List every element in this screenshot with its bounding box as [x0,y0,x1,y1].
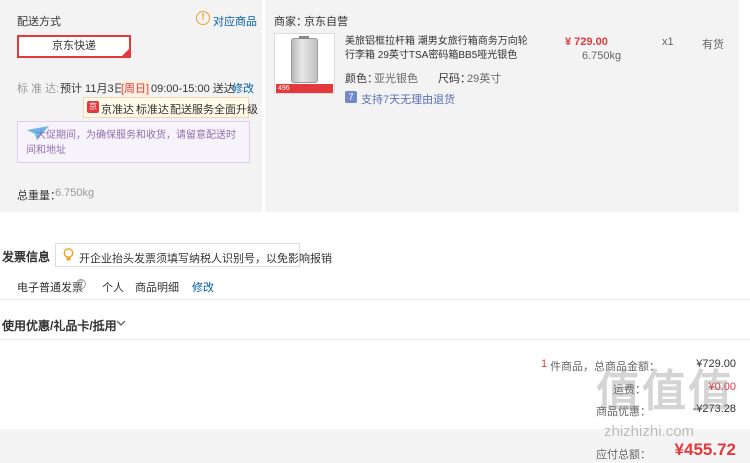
coupon-toggle[interactable]: 使用优惠/礼品卡/抵用 [2,317,117,334]
upgrade-3: 配送服务全面升级 [170,104,258,116]
divider [0,339,750,340]
selected-corner-icon [121,48,130,57]
invoice-content: 商品明细 [135,282,179,294]
payable-label: 应付总额： [596,449,651,461]
date-label: 标 准 达: [17,83,60,95]
notice-text: 大促期间，为确保服务和收货，请留意配送时间和地址 [26,130,236,156]
suitcase-handle-icon [299,36,309,39]
info-icon[interactable]: ? [76,279,86,289]
suitcase-icon [291,38,318,83]
shipping-title: 配送方式 [17,16,61,28]
payable-value: ¥455.72 [674,440,736,459]
date-time: 09:00-15:00 送达 [151,83,235,95]
upgrade-1: 京准达 [101,104,134,116]
date-weekday: [周日] [121,80,150,96]
size-value: 29英寸 [467,73,502,85]
chevron-down-icon[interactable] [116,319,126,327]
product-qty: x1 [662,36,674,48]
image-tag: 496 [276,84,333,93]
return-policy: 支持7天无理由退货 [361,94,456,106]
product-title-link[interactable]: 美旅铝框拉杆箱 潮男女旅行箱商务万向轮行李箱 29英寸TSA密码箱BB5哑光银色 [345,35,533,63]
invoice-modify-link[interactable]: 修改 [192,279,214,295]
date-modify-link[interactable]: 修改 [232,80,254,96]
divider [0,299,750,300]
date-prefix: 预计 11月3日 [60,83,125,95]
help-link[interactable]: 对应商品 [213,13,257,29]
invoice-type: 电子普通发票 [17,282,83,294]
summary-count: 1 [541,358,548,370]
help-icon: ! [196,11,210,25]
product-panel [265,0,739,212]
invoice-tip: 开企业抬头发票须填写纳税人识别号，以免影响报销 [79,253,332,265]
product-stock: 有货 [702,39,724,51]
jd-badge-icon: 京 [87,101,99,113]
product-price: ¥ 729.00 [565,36,608,48]
lightbulb-icon [63,248,74,261]
return-icon: 7 [345,91,357,103]
watermark-logo-icon: 值值值 [596,367,734,416]
weight-value: 6.750kg [55,187,95,199]
seller-label: 商家： [274,16,307,28]
color-value: 亚光银色 [374,73,418,85]
product-weight: 6.750kg [582,50,622,62]
invoice-title: 发票信息 [2,250,51,264]
shipping-method-button[interactable]: 京东快递 [17,35,131,58]
seller-name: 京东自营 [304,16,348,28]
upgrade-2: 标准达 [136,104,169,116]
invoice-header: 个人 [102,282,124,294]
watermark-text: zhizhizhi.com [604,423,695,440]
